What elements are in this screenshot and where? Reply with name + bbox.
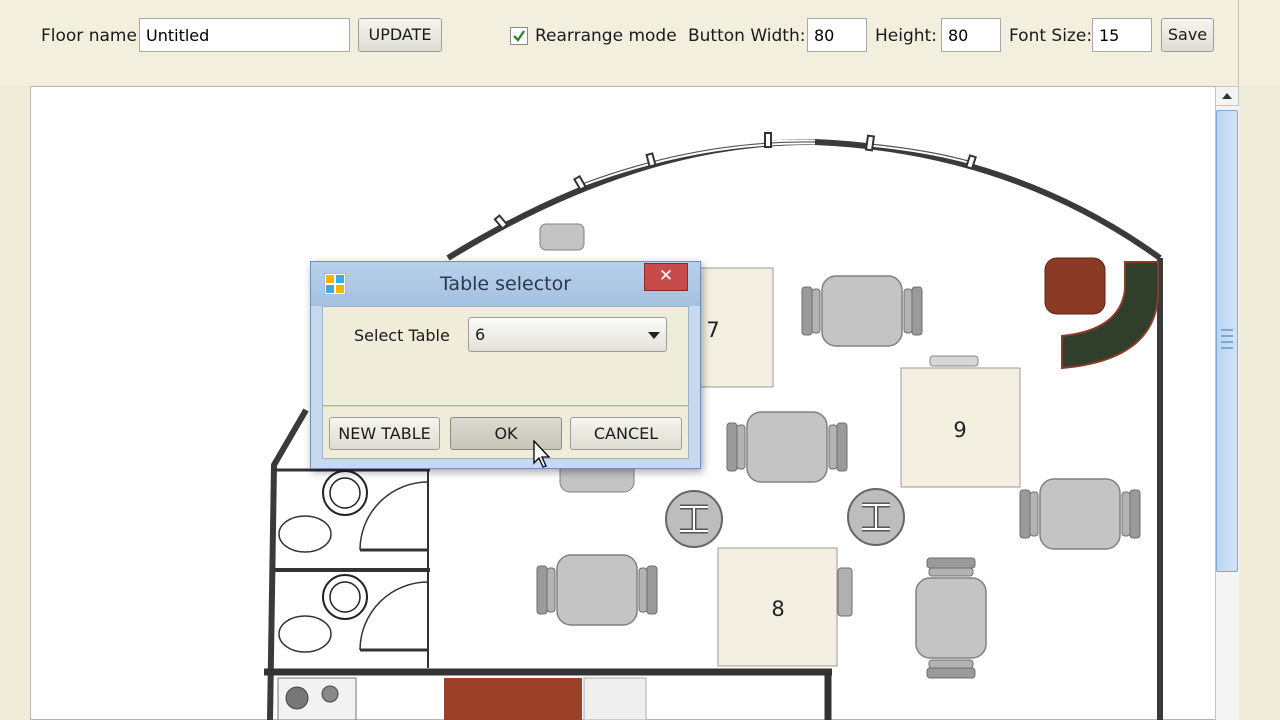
cancel-button[interactable]: CANCEL	[570, 417, 682, 450]
table-select[interactable]: 6	[468, 317, 667, 352]
close-icon: ✕	[658, 266, 674, 286]
scroll-up-button[interactable]	[1215, 86, 1239, 106]
lounge-corner	[1044, 257, 1159, 370]
chair	[1019, 478, 1141, 550]
new-table-button[interactable]: NEW TABLE	[329, 417, 440, 450]
arrow-up-icon	[1222, 93, 1232, 99]
chevron-down-icon	[648, 332, 660, 339]
chair	[915, 557, 987, 679]
dialog-titlebar[interactable]: Table selector ✕	[311, 262, 700, 306]
window-segment-right	[869, 141, 973, 165]
table-partial	[929, 355, 979, 367]
dialog-content: Select Table 6	[322, 306, 689, 406]
chair-arm	[837, 567, 853, 617]
pillar	[666, 491, 722, 547]
chair	[536, 554, 658, 626]
grip-icon	[1221, 329, 1233, 349]
scroll-thumb[interactable]	[1216, 110, 1238, 572]
restrooms	[274, 468, 430, 668]
chair	[801, 275, 923, 347]
close-button[interactable]: ✕	[644, 263, 688, 291]
table-8-label[interactable]: 8	[758, 597, 798, 621]
dialog-footer: NEW TABLE OK CANCEL	[322, 406, 689, 459]
chair	[726, 411, 848, 483]
pillar	[848, 489, 904, 545]
select-table-label: Select Table	[354, 326, 450, 345]
kitchen	[264, 668, 832, 720]
cursor-icon	[533, 440, 551, 468]
table-selector-dialog: Table selector ✕ Select Table 6 NEW TABL…	[310, 261, 701, 469]
table-select-value: 6	[475, 325, 486, 344]
chair-partial	[539, 223, 585, 251]
dialog-title: Table selector	[439, 273, 572, 295]
table-9-label[interactable]: 9	[940, 418, 980, 442]
